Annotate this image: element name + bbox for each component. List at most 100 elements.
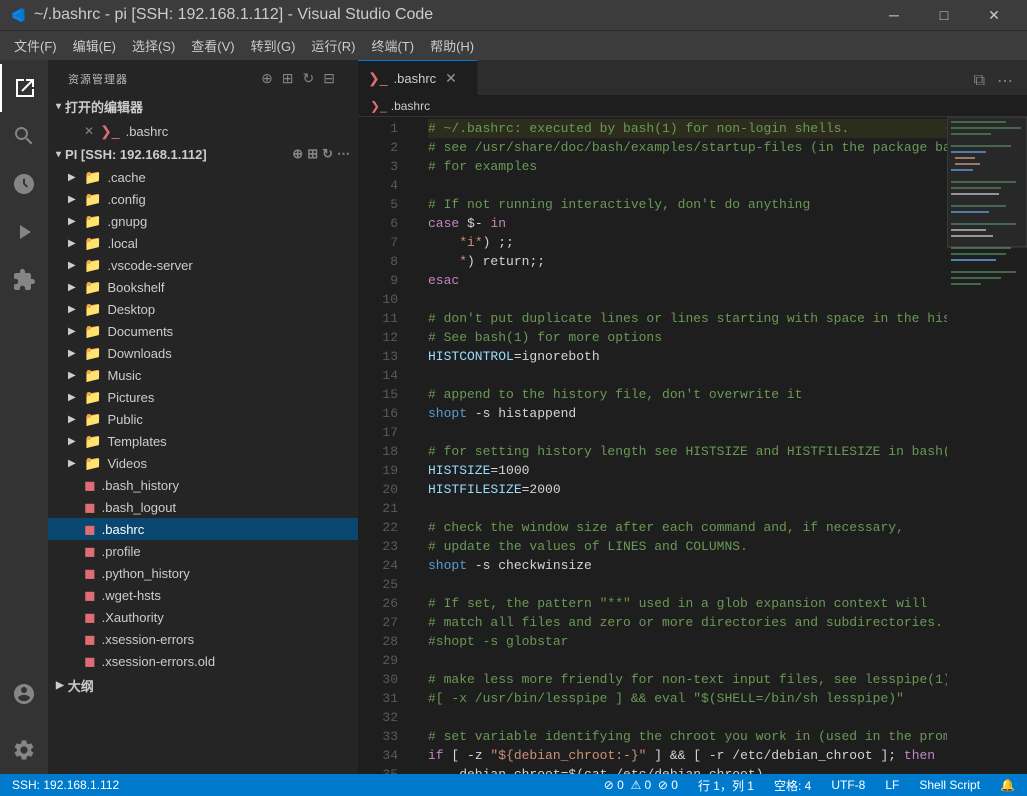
menu-view[interactable]: 查看(V) [183, 32, 242, 59]
file-xsession-errors[interactable]: ▶ ◼ .xsession-errors [48, 628, 358, 650]
sidebar-content: ▾ 打开的编辑器 ✕ ❯_ .bashrc ▾ PI [SSH: 192.168… [48, 93, 358, 774]
menu-terminal[interactable]: 终端(T) [363, 32, 422, 59]
folder-local[interactable]: ▶ 📁 .local [48, 232, 358, 254]
folder-gnupg-label: .gnupg [107, 214, 147, 229]
folder-music[interactable]: ▶ 📁 Music [48, 364, 358, 386]
code-line-34: if [ -z "${debian_chroot:-}" ] && [ -r /… [428, 746, 947, 765]
folder-downloads[interactable]: ▶ 📁 Downloads [48, 342, 358, 364]
status-ssh[interactable]: SSH: 192.168.1.112 [8, 778, 123, 792]
file-xauthority-icon: ◼ [84, 609, 96, 626]
folder-videos[interactable]: ▶ 📁 Videos [48, 452, 358, 474]
code-editor: 1 2 3 4 5 6 7 8 9 10 11 12 13 14 15 16 1… [358, 117, 1027, 774]
menu-select[interactable]: 选择(S) [124, 32, 183, 59]
activity-account[interactable] [0, 670, 48, 718]
file-xsession-errors-old[interactable]: ▶ ◼ .xsession-errors.old [48, 650, 358, 672]
close-button[interactable]: ✕ [971, 0, 1017, 30]
open-file-bashrc[interactable]: ✕ ❯_ .bashrc [48, 120, 358, 142]
folder-documents[interactable]: ▶ 📁 Documents [48, 320, 358, 342]
folder-bookshelf[interactable]: ▶ 📁 Bookshelf [48, 276, 358, 298]
file-bashrc-icon: ◼ [84, 521, 96, 538]
new-file-button[interactable]: ⊕ [259, 68, 276, 89]
outline-chevron: ▶ [56, 680, 64, 691]
activity-explorer[interactable] [0, 64, 48, 112]
folder-templates[interactable]: ▶ 📁 Templates [48, 430, 358, 452]
activity-extensions[interactable] [0, 256, 48, 304]
split-editor-button[interactable]: ⧉ [968, 68, 991, 94]
file-bash-history-icon: ◼ [84, 477, 96, 494]
file-bashrc[interactable]: ▶ ◼ .bashrc [48, 518, 358, 540]
folder-bookshelf-chevron: ▶ [68, 282, 80, 293]
more-tabs-button[interactable]: ⋯ [991, 67, 1019, 95]
open-editors-label: 打开的编辑器 [65, 97, 143, 116]
menu-edit[interactable]: 编辑(E) [65, 32, 124, 59]
folder-public[interactable]: ▶ 📁 Public [48, 408, 358, 430]
status-language[interactable]: Shell Script [915, 778, 984, 792]
file-xsession-errors-icon: ◼ [84, 631, 96, 648]
status-encoding[interactable]: UTF-8 [827, 778, 869, 792]
status-spaces[interactable]: 空格: 4 [770, 777, 815, 794]
code-content[interactable]: # ~/.bashrc: executed by bash(1) for non… [408, 117, 947, 774]
code-line-17 [428, 423, 947, 442]
folder-config[interactable]: ▶ 📁 .config [48, 188, 358, 210]
file-xauthority[interactable]: ▶ ◼ .Xauthority [48, 606, 358, 628]
folder-cache[interactable]: ▶ 📁 .cache [48, 166, 358, 188]
file-bash-history[interactable]: ▶ ◼ .bash_history [48, 474, 358, 496]
close-file-icon[interactable]: ✕ [84, 124, 94, 138]
folder-bookshelf-icon: 📁 [84, 279, 101, 296]
more-remote-btn[interactable]: ⋯ [337, 146, 350, 162]
file-wget-hsts-icon: ◼ [84, 587, 96, 604]
code-line-9: esac [428, 271, 947, 290]
folder-gnupg-icon: 📁 [84, 213, 101, 230]
new-folder-button[interactable]: ⊞ [280, 68, 297, 89]
activity-source-control[interactable] [0, 160, 48, 208]
file-bash-logout[interactable]: ▶ ◼ .bash_logout [48, 496, 358, 518]
folder-pictures[interactable]: ▶ 📁 Pictures [48, 386, 358, 408]
status-errors[interactable]: ⊘ 0 ⚠ 0 ⊘ 0 [600, 778, 682, 792]
code-line-33: # set variable identifying the chroot yo… [428, 727, 947, 746]
menu-run[interactable]: 运行(R) [303, 32, 363, 59]
file-wget-hsts[interactable]: ▶ ◼ .wget-hsts [48, 584, 358, 606]
open-editors-section[interactable]: ▾ 打开的编辑器 [48, 93, 358, 120]
ln-9: 9 [368, 271, 398, 290]
new-remote-folder-btn[interactable]: ⊞ [307, 146, 318, 162]
file-profile[interactable]: ▶ ◼ .profile [48, 540, 358, 562]
activity-run[interactable] [0, 208, 48, 256]
menu-help[interactable]: 帮助(H) [422, 32, 482, 59]
menu-goto[interactable]: 转到(G) [243, 32, 304, 59]
remote-section[interactable]: ▾ PI [SSH: 192.168.1.112] ⊕ ⊞ ↻ ⋯ [48, 142, 358, 166]
code-line-4 [428, 176, 947, 195]
minimize-button[interactable]: ─ [871, 0, 917, 30]
folder-public-icon: 📁 [84, 411, 101, 428]
remote-label: PI [SSH: 192.168.1.112] [65, 147, 207, 162]
activity-settings[interactable] [0, 726, 48, 774]
folder-gnupg[interactable]: ▶ 📁 .gnupg [48, 210, 358, 232]
ln-7: 7 [368, 233, 398, 252]
file-python-history[interactable]: ▶ ◼ .python_history [48, 562, 358, 584]
file-wget-hsts-label: .wget-hsts [102, 588, 161, 603]
file-xsession-errors-old-label: .xsession-errors.old [102, 654, 215, 669]
folder-downloads-icon: 📁 [84, 345, 101, 362]
activity-search[interactable] [0, 112, 48, 160]
refresh-button[interactable]: ↻ [301, 68, 318, 89]
maximize-button[interactable]: □ [921, 0, 967, 30]
tab-bashrc-label: .bashrc [394, 71, 437, 86]
tab-bashrc[interactable]: ❯_ .bashrc ✕ [358, 60, 478, 95]
folder-documents-chevron: ▶ [68, 326, 80, 337]
new-remote-file-btn[interactable]: ⊕ [292, 146, 303, 162]
refresh-remote-btn[interactable]: ↻ [322, 146, 333, 162]
folder-music-label: Music [107, 368, 141, 383]
ln-19: 19 [368, 461, 398, 480]
status-feedback[interactable]: 🔔 [996, 778, 1019, 792]
status-eol[interactable]: LF [881, 778, 903, 792]
folder-bookshelf-label: Bookshelf [107, 280, 164, 295]
collapse-all-button[interactable]: ⊟ [321, 68, 338, 89]
status-cursor[interactable]: 行 1，列 1 [694, 777, 758, 794]
tab-bashrc-close[interactable]: ✕ [442, 69, 460, 88]
code-line-6: case $- in [428, 214, 947, 233]
folder-desktop[interactable]: ▶ 📁 Desktop [48, 298, 358, 320]
folder-vscode-server[interactable]: ▶ 📁 .vscode-server [48, 254, 358, 276]
outline-section[interactable]: ▶ 大纲 [48, 672, 358, 699]
file-xsession-errors-label: .xsession-errors [102, 632, 194, 647]
remote-chevron: ▾ [56, 149, 61, 160]
menu-file[interactable]: 文件(F) [6, 32, 65, 59]
